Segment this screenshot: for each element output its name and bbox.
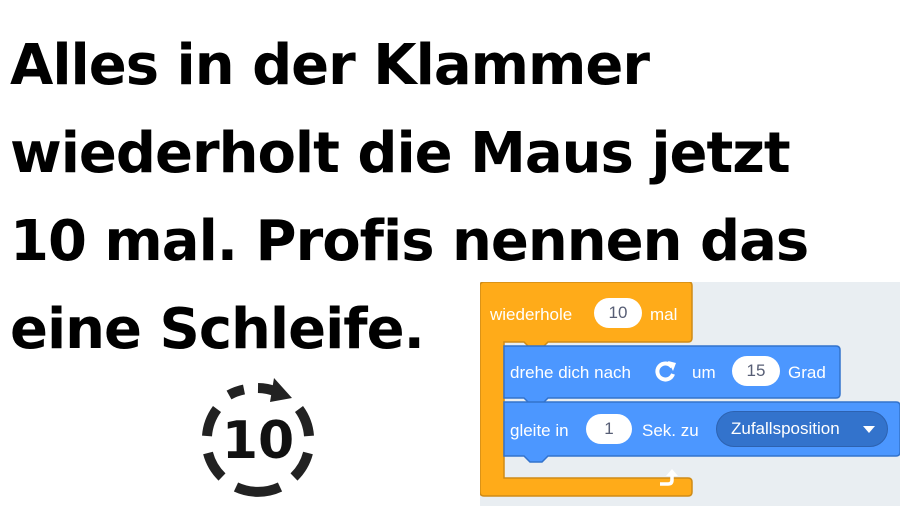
chevron-down-icon (863, 426, 875, 433)
glide-label: gleite in (510, 421, 569, 440)
turn-degrees-input[interactable]: 15 (732, 356, 780, 386)
glide-target-value: Zufallsposition (731, 419, 840, 438)
repeat-label: wiederhole (490, 305, 573, 324)
turn-label-after: Grad (788, 363, 826, 382)
turn-label: drehe dich nach (510, 363, 631, 382)
headline-line: Alles in der Klammer (10, 33, 650, 98)
loop-arrowhead-icon (270, 378, 292, 402)
repeat-count: 10 (222, 411, 294, 471)
headline-line: 10 mal. Profis nennen das (10, 209, 809, 274)
scratch-code-area: wiederhole 10 mal drehe dich nach um 15 … (480, 282, 900, 506)
loop-arrow-icon (660, 469, 678, 486)
repeat-loop-icon: 10 (202, 378, 314, 497)
repeat-count-input[interactable]: 10 (594, 298, 642, 328)
glide-target-dropdown[interactable]: Zufallsposition (716, 411, 888, 447)
repeat-label-after: mal (650, 305, 678, 324)
turn-label-mid: um (692, 363, 716, 382)
rotate-right-icon (655, 361, 676, 382)
glide-seconds-input[interactable]: 1 (586, 414, 632, 444)
glide-label-mid: Sek. zu (642, 421, 699, 440)
headline-line: wiederholt die Maus jetzt (10, 121, 791, 186)
